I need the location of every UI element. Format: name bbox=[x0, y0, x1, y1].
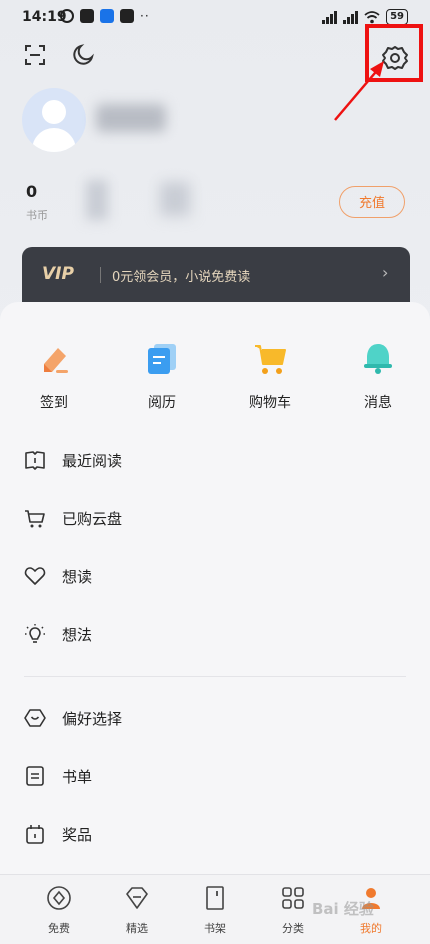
status-system-icons: 59 bbox=[322, 9, 408, 25]
vip-promo-text: 0元领会员，小说免费读 bbox=[112, 270, 251, 285]
vip-banner[interactable]: VIP 0元领会员，小说免费读 › bbox=[22, 247, 410, 307]
shortcut-cart[interactable]: 购物车 bbox=[230, 340, 310, 412]
heart-icon bbox=[24, 567, 46, 585]
app-notification-icon bbox=[100, 9, 114, 23]
menu-item-thoughts[interactable]: 想法 bbox=[24, 614, 404, 654]
avatar[interactable] bbox=[22, 88, 86, 152]
book-icon bbox=[25, 451, 45, 470]
recharge-button[interactable]: 充值 bbox=[339, 186, 405, 218]
coin-label: 书币 bbox=[26, 209, 48, 222]
blurred-stat bbox=[86, 180, 108, 220]
menu-divider bbox=[24, 676, 406, 677]
shortcut-messages[interactable]: 消息 bbox=[338, 340, 418, 412]
watermark: Bai 经验 bbox=[312, 900, 374, 918]
status-notification-icons: ·· bbox=[60, 9, 150, 23]
cart-icon bbox=[255, 345, 286, 374]
moon-icon[interactable] bbox=[72, 44, 94, 66]
cart-outline-icon bbox=[25, 510, 45, 528]
nav-bookshelf[interactable]: 书架 bbox=[185, 885, 245, 936]
scan-icon[interactable] bbox=[24, 44, 46, 66]
menu-item-preferences[interactable]: 偏好选择 bbox=[24, 698, 404, 738]
menu-item-booklist[interactable]: 书单 bbox=[24, 756, 404, 796]
shortcut-history[interactable]: 阅历 bbox=[122, 340, 202, 412]
menu-item-purchased-cloud[interactable]: 已购云盘 bbox=[24, 498, 404, 538]
nav-free[interactable]: 免费 bbox=[29, 885, 89, 936]
signal-icon bbox=[322, 10, 338, 24]
bulb-icon bbox=[25, 624, 45, 643]
bookshelf-icon bbox=[206, 886, 224, 910]
grid-icon bbox=[282, 887, 304, 909]
tiktok-icon bbox=[80, 9, 94, 23]
annotation-arrow bbox=[334, 61, 384, 121]
menu-item-prizes[interactable]: 奖品 bbox=[24, 814, 404, 854]
bell-icon bbox=[364, 344, 392, 374]
history-icon bbox=[148, 344, 176, 374]
tiktok-icon-2 bbox=[120, 9, 134, 23]
more-notifications: ·· bbox=[140, 9, 150, 23]
wifi-icon bbox=[364, 10, 380, 23]
username-blurred bbox=[96, 104, 166, 132]
alarm-icon bbox=[60, 9, 74, 23]
list-icon bbox=[26, 766, 44, 786]
vip-tag: VIP bbox=[42, 264, 74, 284]
checkin-icon bbox=[44, 348, 68, 373]
battery-indicator: 59 bbox=[386, 9, 408, 25]
diamond-icon bbox=[126, 887, 148, 909]
blurred-stat-2 bbox=[160, 182, 190, 216]
chevron-right-icon: › bbox=[382, 263, 389, 282]
menu-item-recent-reading[interactable]: 最近阅读 bbox=[24, 440, 404, 480]
hexagon-icon bbox=[24, 709, 46, 727]
shortcut-checkin[interactable]: 签到 bbox=[14, 340, 94, 412]
gift-icon bbox=[26, 825, 44, 844]
free-icon bbox=[47, 886, 71, 910]
menu-card: 签到 阅历 购物车 消息 最近阅读 已购云盘 想读 想法 偏好选择 书单 奖品 bbox=[0, 302, 430, 874]
nav-featured[interactable]: 精选 bbox=[107, 885, 167, 936]
menu-item-want-to-read[interactable]: 想读 bbox=[24, 556, 404, 596]
coin-balance[interactable]: 0 bbox=[26, 182, 37, 201]
signal-icon-2 bbox=[343, 10, 359, 24]
